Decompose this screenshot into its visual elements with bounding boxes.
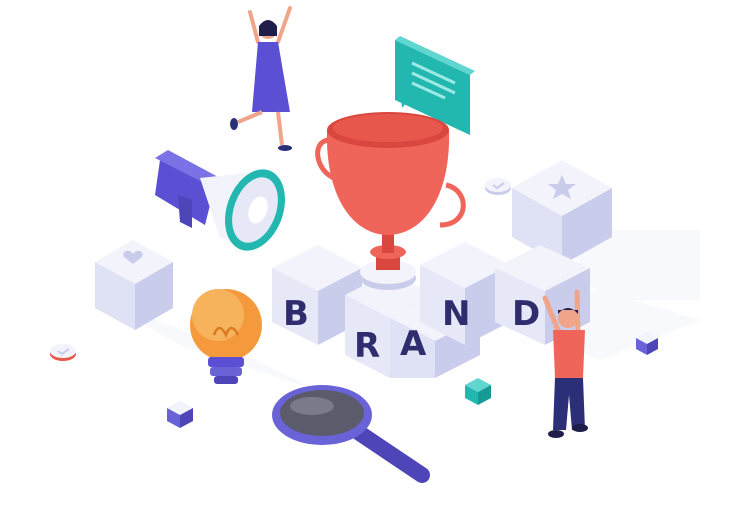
small-cube-teal [465,378,491,405]
brand-letter-b: B [283,294,309,334]
brand-letter-n: N [442,294,470,334]
brand-letter-r: R [354,326,380,366]
brand-illustration: B R A N D [0,0,750,500]
magnifier-icon [272,385,430,483]
light-bulb-icon [190,289,262,384]
woman-figure [230,6,292,151]
check-coin-right [485,178,511,195]
brand-letter-a: A [400,324,427,364]
megaphone-icon [155,150,285,251]
brand-cubes: B R A N D [272,242,590,378]
heart-cube [95,240,173,330]
brand-letter-d: D [512,294,540,334]
small-cube-purple [167,401,193,428]
check-coin-left [50,344,76,361]
